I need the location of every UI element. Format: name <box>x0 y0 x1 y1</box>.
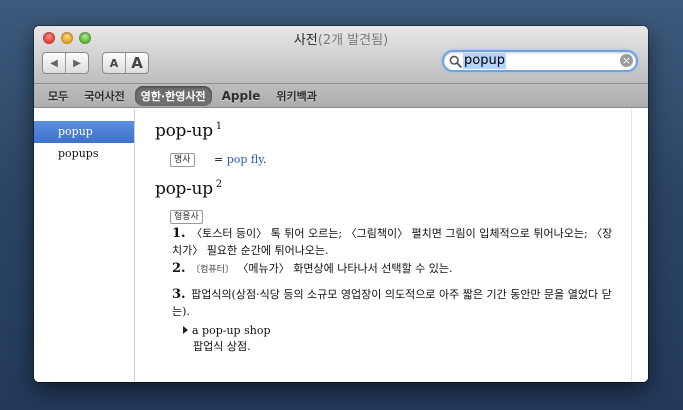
pop-fly-link[interactable]: pop fly <box>227 153 263 166</box>
sense-2-number: 2. <box>172 261 186 276</box>
decrease-font-button[interactable]: A <box>103 53 125 73</box>
scope-korean-dictionary[interactable]: 국어사전 <box>78 86 130 106</box>
entry1-cross-reference: = pop fly. <box>214 153 267 166</box>
dictionary-window: 사전(2개 발견됨) ◀ ▶ A A popup × 모두 국어사전 영한·한영… <box>34 26 648 382</box>
result-count: (2개 발견됨) <box>317 33 389 48</box>
example-english-text: a pop-up shop <box>192 324 271 337</box>
example-english: a pop-up shop <box>183 323 271 339</box>
sense-3: 3. 팝업식의(상점·식당 등의 소규모 영업장이 의도적으로 아주 짧은 기간… <box>172 286 622 320</box>
back-button[interactable]: ◀ <box>43 53 65 73</box>
entry1-xref-period: . <box>263 153 267 166</box>
sense-3-text: 팝업식의(상점·식당 등의 소규모 영업장이 의도적으로 아주 짧은 기간 동안… <box>172 288 612 318</box>
window-title: 사전(2개 발견됨) <box>34 29 648 48</box>
sense-2-domain-tag: 〔컴퓨터〕 <box>191 265 234 275</box>
sense-2-text: 〈메뉴가〉 화면상에 나타나서 선택할 수 있는. <box>237 262 453 275</box>
entry2-superscript: 2 <box>215 179 222 191</box>
search-input[interactable]: popup <box>463 53 506 69</box>
scope-all[interactable]: 모두 <box>42 86 74 106</box>
increase-font-button[interactable]: A <box>125 53 148 73</box>
search-icon <box>449 55 462 68</box>
scope-english-korean-dictionary[interactable]: 영한·한영사전 <box>134 85 212 106</box>
small-a-icon: A <box>109 56 119 70</box>
search-field[interactable]: popup × <box>442 50 638 72</box>
forward-button[interactable]: ▶ <box>65 53 88 73</box>
example-korean: 팝업식 상점. <box>193 340 251 353</box>
entry1-headword: pop-up 1 <box>155 121 222 141</box>
clear-search-icon[interactable]: × <box>620 54 633 67</box>
result-item-popup[interactable]: popup <box>34 121 134 143</box>
scrollbar-track[interactable] <box>631 109 648 382</box>
title-bar: 사전(2개 발견됨) ◀ ▶ A A popup × <box>34 26 648 84</box>
definition-pane: pop-up 1 명사 = pop fly. pop-up 2 형용사 1. 〈토스… <box>135 109 631 382</box>
sense-2: 2. 〔컴퓨터〕 〈메뉴가〉 화면상에 나타나서 선택할 수 있는. <box>172 260 622 279</box>
font-size-segmented-control: A A <box>102 52 149 74</box>
entry2-headword-text: pop-up <box>155 179 213 199</box>
example-triangle-icon <box>183 326 188 334</box>
entry1-part-of-speech: 명사 <box>170 153 195 167</box>
forward-arrow-icon: ▶ <box>73 57 81 69</box>
entry1-headword-text: pop-up <box>155 121 213 141</box>
sense-1-number: 1. <box>172 226 186 241</box>
entry1-superscript: 1 <box>215 121 222 133</box>
entry1-xref-equals: = <box>214 153 224 166</box>
navigation-segmented-control: ◀ ▶ <box>42 52 89 74</box>
dictionary-scope-bar: 모두 국어사전 영한·한영사전 Apple 위키백과 <box>34 84 648 108</box>
large-a-icon: A <box>131 54 143 72</box>
sense-3-number: 3. <box>172 287 186 302</box>
window-title-text: 사전 <box>293 33 318 48</box>
results-sidebar: popup popups <box>34 109 135 382</box>
scope-wikipedia[interactable]: 위키백과 <box>270 86 322 106</box>
sense-1: 1. 〈토스터 등이〉 톡 튀어 오르는; 〈그림책이〉 펼치면 그림이 입체적… <box>172 225 622 259</box>
scope-apple[interactable]: Apple <box>216 87 267 105</box>
results-list: popup popups <box>34 109 134 165</box>
sense-1-text: 〈토스터 등이〉 톡 튀어 오르는; 〈그림책이〉 펼치면 그림이 입체적으로 … <box>172 227 613 257</box>
back-arrow-icon: ◀ <box>50 57 58 69</box>
entry2-part-of-speech: 형용사 <box>170 210 203 224</box>
result-item-popups[interactable]: popups <box>34 143 134 165</box>
entry2-headword: pop-up 2 <box>155 179 222 199</box>
